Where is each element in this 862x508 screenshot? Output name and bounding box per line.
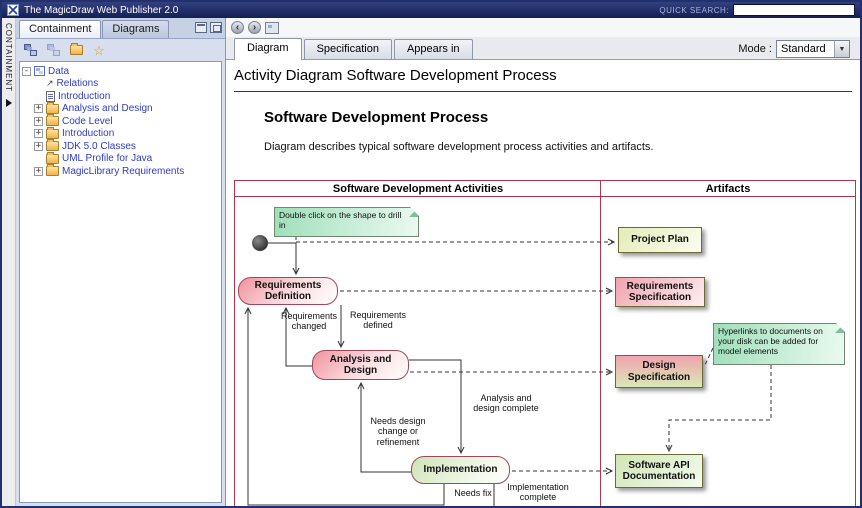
folder-icon: [46, 154, 59, 164]
activity-requirements-definition[interactable]: Requirements Definition: [238, 277, 338, 305]
tree-item-data[interactable]: - Data: [22, 65, 219, 78]
main-tabbar: Diagram Specification Appears in Mode : …: [226, 37, 860, 60]
titlebar: The MagicDraw Web Publisher 2.0 QUICK SE…: [2, 2, 860, 18]
chevron-down-icon: ▼: [834, 41, 849, 57]
tree-unlink-icon: [47, 44, 60, 56]
favorites-icon: ☆: [93, 44, 105, 57]
tree-item-label: Analysis and Design: [62, 103, 153, 114]
tab-specification[interactable]: Specification: [304, 39, 392, 59]
lane-title-activities: Software Development Activities: [235, 181, 601, 196]
relations-icon: ↗: [46, 79, 54, 88]
tree-item-uml-profile[interactable]: UML Profile for Java: [22, 153, 219, 166]
minimize-panel-icon[interactable]: [195, 22, 207, 33]
tree-item-label: Code Level: [62, 116, 113, 127]
edge-label-analysis-design-complete: Analysis and design complete: [468, 393, 544, 414]
folder-icon: [46, 104, 59, 114]
tree-item-magiclibrary-requirements[interactable]: + MagicLibrary Requirements: [22, 165, 219, 178]
edge-label-needs-design-change: Needs design change or refinement: [357, 416, 439, 447]
main-area: ‹ › Diagram Specification Appears in Mod…: [226, 18, 860, 506]
sidebar-toolbar: ☆: [16, 39, 225, 61]
folder-icon: [46, 116, 59, 126]
diagram-heading: Software Development Process: [264, 109, 852, 126]
tree-item-code-level[interactable]: + Code Level: [22, 115, 219, 128]
tree-item-label: Introduction: [62, 128, 114, 139]
expander-icon[interactable]: +: [34, 142, 43, 151]
quick-search-label: QUICK SEARCH:: [659, 6, 729, 15]
edge-label-requirements-defined: Requirements defined: [346, 310, 410, 331]
expander-icon[interactable]: -: [22, 67, 31, 76]
image-icon[interactable]: [265, 22, 279, 34]
expander-icon[interactable]: +: [34, 117, 43, 126]
expander-icon[interactable]: +: [34, 129, 43, 138]
initial-node[interactable]: [252, 235, 268, 251]
tree-item-jdk-classes[interactable]: + JDK 5.0 Classes: [22, 140, 219, 153]
artifact-project-plan[interactable]: Project Plan: [618, 227, 702, 253]
content-icon: [46, 91, 55, 102]
folder-icon: [70, 45, 83, 55]
tree-item-label: UML Profile for Java: [62, 153, 152, 164]
tab-appears-in[interactable]: Appears in: [394, 39, 473, 59]
swimlane-header: Software Development Activities Artifact…: [235, 181, 855, 197]
edge-label-implementation-complete: Implementation complete: [502, 482, 574, 503]
collapse-all-button[interactable]: [67, 42, 85, 58]
panel-collapse-arrow-icon[interactable]: [6, 99, 12, 107]
sidebar: Containment Diagrams ☆ - Data: [16, 18, 226, 506]
mode-label: Mode :: [738, 43, 772, 55]
containment-vertical-tab[interactable]: CONTAINMENT: [4, 23, 13, 92]
forward-icon[interactable]: ›: [248, 21, 261, 34]
tab-containment[interactable]: Containment: [19, 20, 101, 38]
note-drill-in[interactable]: Double click on the shape to drill in: [274, 207, 419, 237]
favorites-button[interactable]: ☆: [90, 42, 108, 58]
tree-link-icon: [24, 44, 37, 56]
artifact-requirements-specification[interactable]: Requirements Specification: [615, 277, 705, 307]
link-with-tree-button[interactable]: [21, 42, 39, 58]
diagram-description: Diagram describes typical software devel…: [264, 141, 852, 153]
tree-item-label: Data: [48, 66, 69, 77]
tree-item-label: JDK 5.0 Classes: [62, 141, 136, 152]
activity-diagram: Software Development Activities Artifact…: [234, 180, 856, 506]
tree-item-label: Relations: [57, 78, 99, 89]
unlink-tree-button[interactable]: [44, 42, 62, 58]
docked-panel-strip: CONTAINMENT: [2, 18, 16, 506]
edge-label-requirements-changed: Requirements changed: [278, 311, 340, 332]
tree-item-label: MagicLibrary Requirements: [62, 166, 184, 177]
lane-title-artifacts: Artifacts: [601, 181, 855, 196]
mode-value: Standard: [781, 43, 826, 55]
magicdraw-logo-icon: [7, 4, 19, 16]
note-hyperlinks[interactable]: Hyperlinks to documents on your disk can…: [713, 323, 845, 365]
activity-analysis-and-design[interactable]: Analysis and Design: [312, 350, 409, 380]
diagram-page: Activity Diagram Software Development Pr…: [226, 60, 860, 506]
mode-dropdown[interactable]: Standard ▼: [776, 40, 850, 58]
package-icon: [34, 66, 45, 76]
edge-label-needs-fix: Needs fix: [448, 488, 498, 498]
folder-icon: [46, 129, 59, 139]
expander-icon[interactable]: +: [34, 167, 43, 176]
quick-search-input[interactable]: [733, 4, 855, 16]
artifact-software-api-documentation[interactable]: Software API Documentation: [615, 454, 703, 488]
folder-icon: [46, 141, 59, 151]
activity-implementation[interactable]: Implementation: [411, 456, 510, 484]
expander-icon[interactable]: +: [34, 104, 43, 113]
tree-item-analysis-and-design[interactable]: + Analysis and Design: [22, 103, 219, 116]
window-title: The MagicDraw Web Publisher 2.0: [24, 5, 178, 16]
float-panel-icon[interactable]: [210, 22, 222, 33]
folder-icon: [46, 166, 59, 176]
containment-tree: - Data ↗ Relations Introduction +: [19, 61, 222, 503]
sidebar-tabs: Containment Diagrams: [16, 18, 225, 39]
app-window: The MagicDraw Web Publisher 2.0 QUICK SE…: [0, 0, 862, 508]
tab-diagrams[interactable]: Diagrams: [102, 20, 169, 38]
tree-item-introduction[interactable]: Introduction: [22, 90, 219, 103]
title-divider: [234, 91, 852, 92]
tab-diagram[interactable]: Diagram: [234, 38, 302, 60]
tree-item-introduction-2[interactable]: + Introduction: [22, 128, 219, 141]
back-icon[interactable]: ‹: [231, 21, 244, 34]
page-title: Activity Diagram Software Development Pr…: [234, 67, 852, 84]
tree-item-relations[interactable]: ↗ Relations: [22, 78, 219, 91]
artifact-design-specification[interactable]: Design Specification: [615, 355, 703, 388]
nav-toolbar: ‹ ›: [226, 18, 860, 37]
lane-divider: [600, 180, 601, 506]
tree-item-label: Introduction: [58, 91, 110, 102]
